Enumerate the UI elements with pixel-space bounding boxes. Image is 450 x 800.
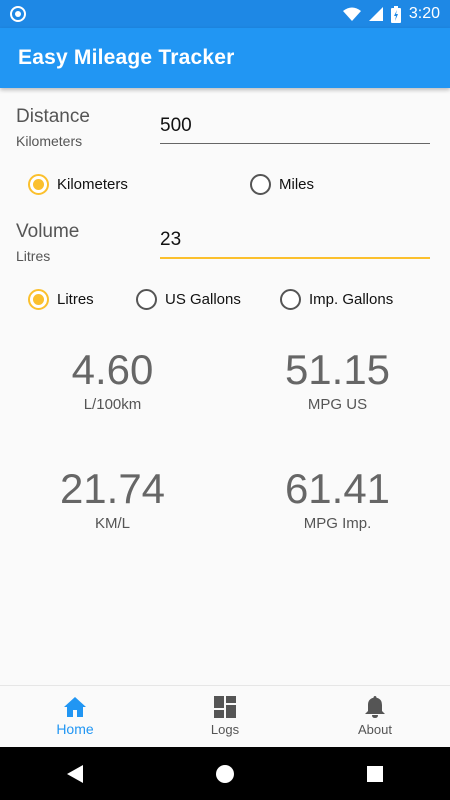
nav-about-label: About: [358, 722, 392, 737]
radio-imp-gallons-circle: [280, 289, 301, 310]
back-button[interactable]: [45, 754, 105, 794]
radio-litres[interactable]: Litres: [28, 289, 94, 310]
radio-us-gallons-label: US Gallons: [165, 291, 241, 308]
radio-litres-label: Litres: [57, 291, 94, 308]
back-triangle-icon: [67, 764, 83, 783]
radio-kilometers-circle: [28, 174, 49, 195]
result-unit: L/100km: [83, 396, 142, 413]
radio-imp-gallons[interactable]: Imp. Gallons: [280, 289, 393, 310]
volume-input[interactable]: [160, 227, 430, 259]
result-unit: KM/L: [94, 515, 130, 532]
signal-icon: [368, 7, 383, 21]
result-mpg-imp: 61.41 MPG Imp.: [225, 465, 450, 532]
recents-square-icon: [367, 765, 383, 782]
volume-unit-label: Litres: [16, 248, 51, 264]
result-l-per-100km: 4.60 L/100km: [0, 346, 225, 413]
result-mpg-us: 51.15 MPG US: [225, 346, 450, 413]
distance-label: Distance: [16, 106, 90, 127]
result-value: 61.41: [284, 465, 391, 512]
bell-icon: [365, 696, 385, 718]
home-system-button[interactable]: [195, 754, 255, 794]
nav-home-label: Home: [56, 720, 94, 737]
nav-logs[interactable]: Logs: [150, 686, 300, 747]
wifi-icon: [342, 7, 361, 21]
result-km-per-l: 21.74 KM/L: [0, 465, 225, 532]
app-bar: Easy Mileage Tracker: [0, 28, 450, 88]
nav-home[interactable]: Home: [0, 686, 150, 747]
recents-button[interactable]: [345, 754, 405, 794]
nav-logs-label: Logs: [210, 722, 240, 737]
status-time: 3:20: [408, 5, 440, 22]
radio-litres-circle: [28, 289, 49, 310]
home-icon: [64, 696, 86, 717]
result-value: 51.15: [284, 346, 391, 393]
app-title: Easy Mileage Tracker: [18, 46, 235, 69]
radio-miles[interactable]: Miles: [250, 174, 314, 195]
radio-imp-gallons-label: Imp. Gallons: [309, 291, 394, 308]
notification-icon: [10, 6, 26, 22]
status-bar: 3:20: [0, 0, 450, 28]
status-icons: 3:20: [342, 4, 440, 24]
distance-input[interactable]: [160, 112, 430, 144]
radio-us-gallons[interactable]: US Gallons: [136, 289, 241, 310]
home-circle-icon: [216, 764, 234, 783]
bottom-navigation: Home Logs About: [0, 685, 450, 747]
radio-kilometers-label: Kilometers: [57, 176, 128, 193]
radio-miles-circle: [250, 174, 271, 195]
main-content: Distance Kilometers Kilometers Miles Vol…: [0, 88, 450, 685]
radio-kilometers[interactable]: Kilometers: [28, 174, 128, 195]
result-unit: MPG US: [307, 396, 368, 413]
logs-icon: [214, 696, 236, 718]
radio-miles-label: Miles: [279, 176, 315, 193]
distance-unit-label: Kilometers: [16, 133, 83, 149]
volume-label: Volume: [16, 221, 80, 242]
result-value: 21.74: [59, 465, 166, 512]
result-value: 4.60: [71, 346, 154, 393]
system-navigation-bar: [0, 747, 450, 800]
battery-icon: [390, 5, 401, 23]
nav-about[interactable]: About: [300, 686, 450, 747]
radio-us-gallons-circle: [136, 289, 157, 310]
result-unit: MPG Imp.: [303, 515, 372, 532]
